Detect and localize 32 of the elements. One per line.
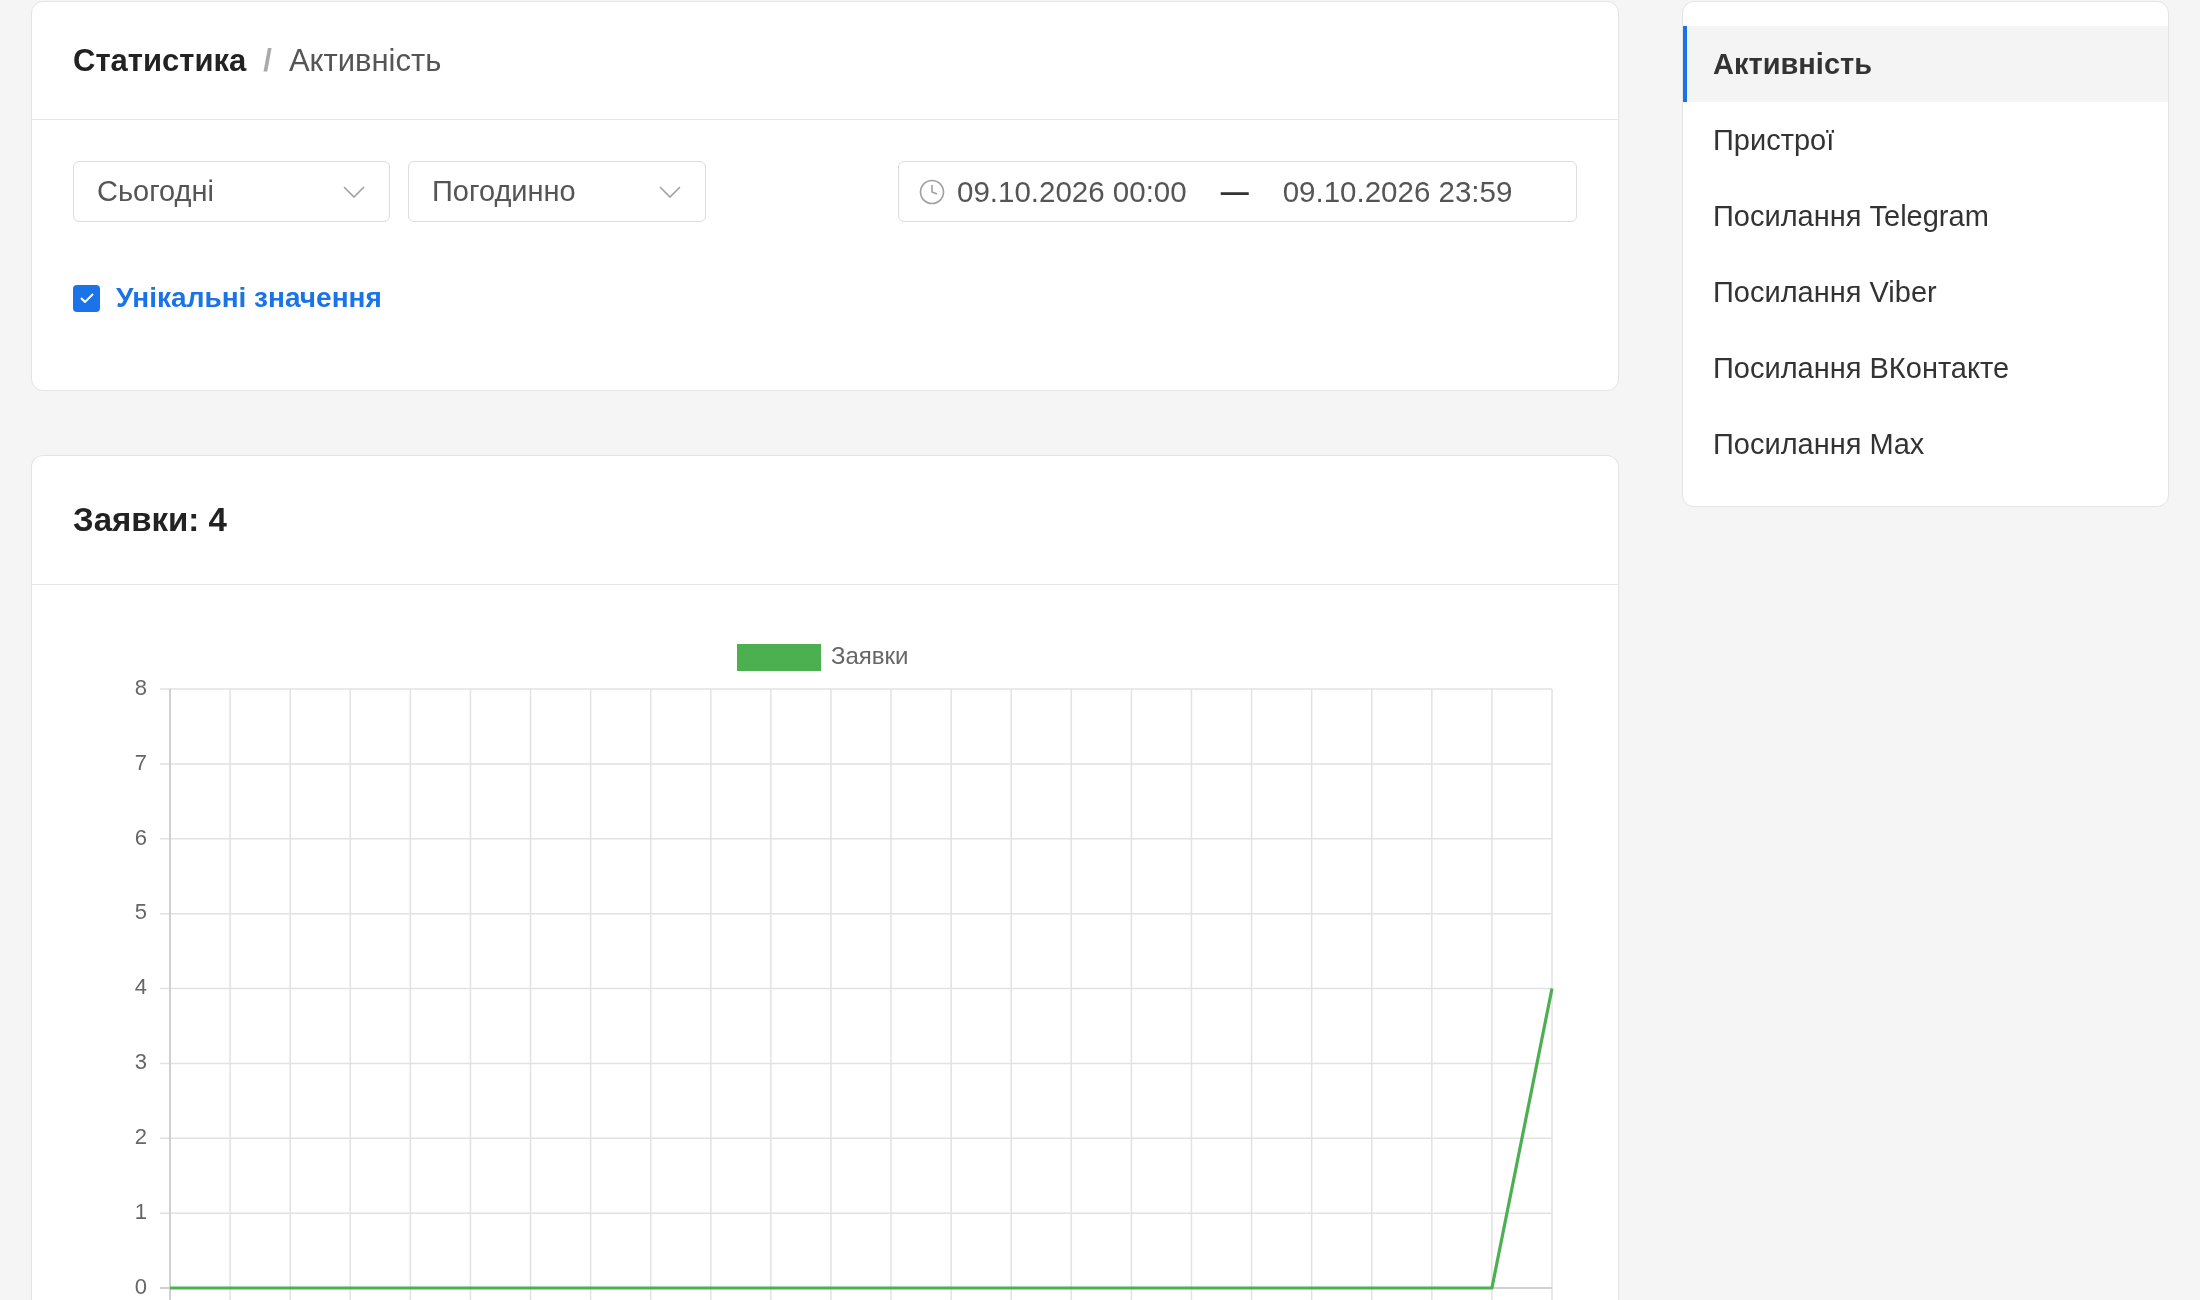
- chevron-down-icon: [343, 185, 365, 198]
- clock-icon: [919, 178, 945, 205]
- y-axis-label: 8: [134, 674, 147, 700]
- y-axis-label: 4: [134, 974, 147, 1000]
- sidebar-item[interactable]: Пристрої: [1683, 102, 2168, 178]
- y-axis-label: 5: [134, 899, 147, 925]
- y-axis-label: 6: [134, 824, 147, 850]
- date-range-field[interactable]: 09.10.2026 00:00 — 09.10.2026 23:59: [898, 161, 1577, 222]
- sidebar-item[interactable]: Посилання Telegram: [1683, 178, 2168, 254]
- range-separator: —: [1220, 175, 1249, 208]
- chevron-down-icon: [659, 185, 681, 198]
- check-icon: [79, 293, 94, 303]
- panel-title: Заявки: 4: [73, 501, 227, 539]
- y-axis-label: 3: [134, 1049, 147, 1075]
- legend-label: Заявки: [831, 642, 909, 670]
- sidebar-item[interactable]: Посилання Viber: [1683, 254, 2168, 330]
- range-start-text: 09.10.2026 00:00: [957, 174, 1187, 209]
- breadcrumb-separator: /: [263, 42, 272, 79]
- unique-values-checkbox[interactable]: [73, 284, 100, 312]
- y-axis-label: 7: [134, 749, 147, 775]
- sidebar-item[interactable]: Посилання Max: [1683, 406, 2168, 482]
- period-dropdown[interactable]: Сьогодні: [73, 161, 390, 222]
- breadcrumb-item: Активність: [288, 42, 442, 79]
- range-end-text: 09.10.2026 23:59: [1282, 174, 1513, 209]
- sidebar-item[interactable]: Посилання ВКонтакте: [1683, 330, 2168, 406]
- y-axis-label: 2: [134, 1124, 147, 1150]
- sidebar-item[interactable]: Активність: [1683, 26, 2168, 102]
- y-axis-label: 1: [134, 1198, 147, 1224]
- breadcrumb-item[interactable]: Статистика: [73, 42, 247, 79]
- checkbox-label[interactable]: Унікальні значення: [116, 282, 382, 314]
- y-axis-label: 0: [134, 1273, 147, 1299]
- grouping-dropdown[interactable]: Погодинно: [408, 161, 706, 222]
